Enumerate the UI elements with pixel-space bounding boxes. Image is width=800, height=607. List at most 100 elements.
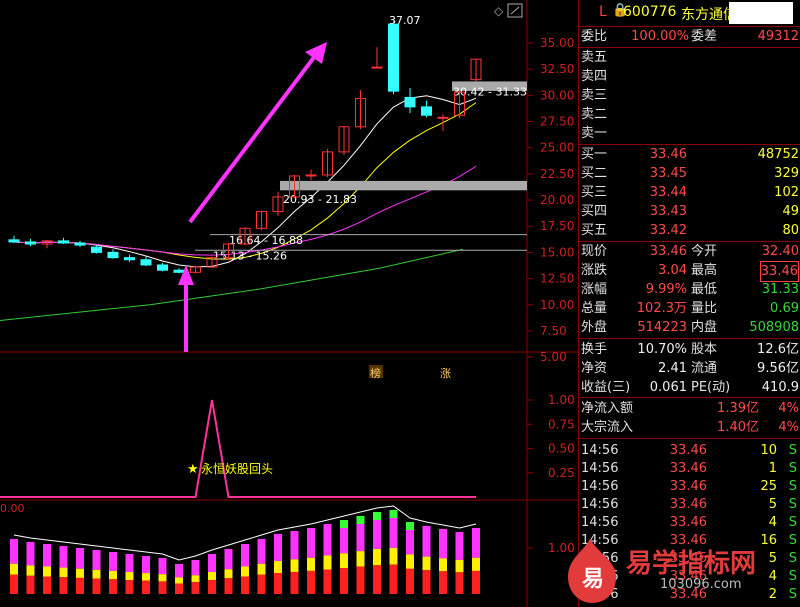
stat-value: 31.33 xyxy=(761,282,799,297)
candle-down xyxy=(140,259,152,266)
volume-bar-segment xyxy=(241,576,249,594)
chart-area[interactable]: 35.00 32.50 30.00 27.50 25.00 22.50 20.00 17.50… xyxy=(0,0,578,607)
stat-value: 10.70% xyxy=(637,342,687,357)
volume-bar-segment xyxy=(43,566,51,577)
candle-down xyxy=(74,242,86,246)
flow-row: 大宗流入 1.40亿 4% xyxy=(579,418,800,437)
divider xyxy=(579,397,800,398)
trade-row[interactable]: 14:56 33.46 1 S xyxy=(579,460,800,478)
volume-bar-segment xyxy=(26,565,35,576)
stat-value: 9.56亿 xyxy=(757,361,799,376)
volume-bar-segment xyxy=(257,574,266,594)
candle-down xyxy=(388,23,399,92)
stat-value: 9.99% xyxy=(645,282,687,297)
volume-bar-segment xyxy=(125,580,134,594)
volume-bar-segment xyxy=(175,564,183,578)
volume-bar-segment xyxy=(422,556,431,571)
stat-label: 涨幅 xyxy=(581,282,608,297)
volume-bar-segment xyxy=(356,516,365,524)
sell-label: 卖四 xyxy=(581,69,608,84)
volume-bar-segment xyxy=(274,561,282,573)
buy-volume: 329 xyxy=(774,166,799,181)
trade-row[interactable]: 14:56 33.46 25 S xyxy=(579,478,800,496)
volume-bar-segment xyxy=(274,534,282,561)
maximize-icon xyxy=(510,6,520,15)
trade-time: 14:56 xyxy=(581,461,619,476)
volume-bar-segment xyxy=(455,572,464,594)
volume-bar-segment xyxy=(439,558,447,572)
weibi-value: 100.00% xyxy=(631,29,689,44)
volume-bar-segment xyxy=(472,570,480,594)
price-tick-label: 22.50 xyxy=(540,167,574,181)
arrow-head-icon xyxy=(305,42,327,64)
price-tick-label: 12.50 xyxy=(540,272,574,286)
buy-row: 买五 33.42 80 xyxy=(579,221,800,240)
stat-value: 2.41 xyxy=(658,361,687,376)
star-icon: ★ xyxy=(187,462,199,477)
volume-bar-segment xyxy=(43,544,51,567)
weibi-row: 委比 100.00% 委差 49312 xyxy=(579,27,800,46)
volume-bar-segment xyxy=(455,532,464,560)
stat2-row: 换手 10.70% 股本 12.6亿 xyxy=(579,340,800,359)
candle-down xyxy=(404,96,416,108)
stat-label: 流通 xyxy=(691,361,718,376)
buy-volume: 102 xyxy=(774,185,799,200)
site-name: 易学指标网 xyxy=(626,549,757,579)
volume-bar-segment xyxy=(43,576,51,594)
stat-value: 0.69 xyxy=(770,301,799,316)
range-box xyxy=(280,180,527,191)
volume-bar-segment xyxy=(389,547,398,565)
volume-bars: 0.001.00 xyxy=(0,502,575,594)
trade-volume: 4 xyxy=(768,515,777,530)
signal-line xyxy=(0,399,476,498)
range-label: 15.13 - 15.26 xyxy=(213,250,287,263)
sell-row: 卖一 xyxy=(579,124,800,143)
buy-label: 买三 xyxy=(581,185,608,200)
trade-row[interactable]: 14:56 33.46 4 S xyxy=(579,514,800,532)
volume-bar-segment xyxy=(290,559,299,572)
stock-code: 600776 xyxy=(623,4,677,20)
volume-bar-segment xyxy=(76,577,84,594)
volume-bar-segment xyxy=(290,531,299,560)
buy-label: 买四 xyxy=(581,204,608,219)
buy-price: 33.44 xyxy=(649,185,687,200)
trade-time: 14:56 xyxy=(581,515,619,530)
stat-label: 量比 xyxy=(691,301,718,316)
flow-pct: 4% xyxy=(778,401,799,416)
quote-panel: L 🔒 600776 东方通信 委比 100.00% 委差 49312 卖五 卖四… xyxy=(578,0,800,607)
logo-char: 易 xyxy=(582,567,605,592)
volume-bar-segment xyxy=(191,582,200,594)
volume-bar-segment xyxy=(26,575,35,594)
signal-tick-label: 1.00 xyxy=(548,393,575,407)
stat-label: 最高 xyxy=(691,263,718,278)
stat-label: 净资 xyxy=(581,361,608,376)
candle-down xyxy=(25,241,36,245)
stat2-row: 收益(三) 0.061 PE(动) 410.9 xyxy=(579,378,800,397)
diamond-icon[interactable]: ◇ xyxy=(494,4,504,18)
stat-value: 33.46 xyxy=(649,244,687,259)
candle-up xyxy=(437,116,449,119)
volume-bar-segment xyxy=(125,572,134,580)
price-tick-label: 27.50 xyxy=(540,115,574,129)
weicha-label: 委差 xyxy=(691,29,718,44)
stat-label: 内盘 xyxy=(691,320,718,335)
stat-value: 32.40 xyxy=(761,244,799,259)
stat-value: 3.04 xyxy=(658,263,687,278)
volume-bar-segment xyxy=(323,555,332,570)
stat2-row: 净资 2.41 流通 9.56亿 xyxy=(579,359,800,378)
trade-volume: 10 xyxy=(760,443,777,458)
buy-price: 33.42 xyxy=(649,223,687,238)
buy-row: 买一 33.46 48752 xyxy=(579,145,800,164)
trade-row[interactable]: 14:56 33.46 10 S xyxy=(579,442,800,460)
volume-bar-segment xyxy=(241,566,249,577)
flow-row: 净流入额 1.39亿 4% xyxy=(579,399,800,418)
volume-bar-segment xyxy=(208,554,216,572)
volume-bar-segment xyxy=(208,580,216,594)
volume-bar-segment xyxy=(109,552,117,571)
volume-bar-segment xyxy=(373,548,381,566)
volume-bar-segment xyxy=(323,569,332,594)
volume-bar-segment xyxy=(422,570,431,594)
buy-volume: 48752 xyxy=(757,147,799,162)
sell-label: 卖二 xyxy=(581,107,608,122)
trade-row[interactable]: 14:56 33.46 5 S xyxy=(579,496,800,514)
